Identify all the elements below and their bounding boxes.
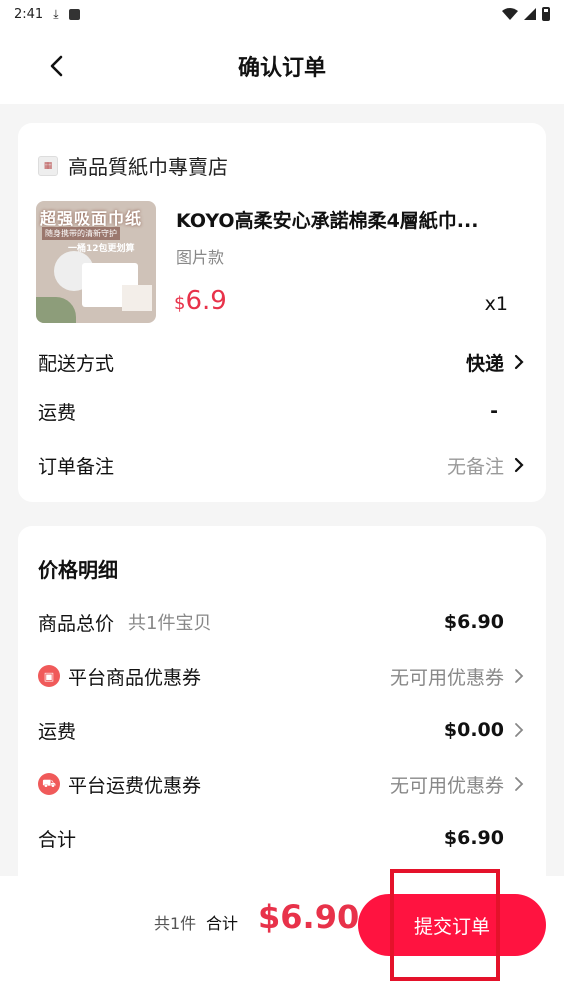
sum-label: 合计	[206, 914, 239, 933]
order-note-row[interactable]: 订单备注 无备注	[38, 450, 526, 480]
shipping-row[interactable]: 运费 $0.00	[38, 714, 526, 746]
price-detail-card: 价格明细 商品总价 共1件宝贝 $6.90 ▣ 平台商品优惠券 无可用优惠券 运费…	[18, 526, 546, 878]
shipping-value: $0.00	[443, 719, 504, 741]
shipping-coupon-value: 无可用优惠券	[389, 774, 504, 797]
page-header: 确认订单	[0, 28, 564, 104]
status-bar: 2:41 ⤓	[0, 0, 564, 28]
platform-coupon-label: 平台商品优惠券	[68, 666, 202, 689]
shipping-label: 运费	[38, 720, 77, 743]
battery-icon	[542, 7, 550, 21]
order-card: ▦ 高品質紙巾專賣店 超强吸面巾纸 随身携带的清新守护 一桶12包更划算 KOY…	[18, 123, 546, 502]
page-title: 确认订单	[237, 56, 326, 81]
product-price-currency: $	[174, 293, 186, 314]
order-note-label: 订单备注	[38, 455, 115, 478]
checkout-total: $6.90	[258, 898, 360, 936]
shipping-coupon-label: 平台运费优惠券	[68, 774, 202, 797]
submit-order-button[interactable]: 提交订单	[358, 894, 546, 956]
shipping-fee-value: -	[490, 400, 498, 422]
back-arrow-icon	[50, 55, 63, 77]
product-price-value: 6.9	[185, 286, 227, 316]
back-button[interactable]	[38, 48, 74, 84]
shipping-coupon-row[interactable]: ⛟ 平台运费优惠券 无可用优惠券	[38, 768, 526, 800]
chevron-right-icon	[512, 774, 526, 794]
chevron-right-icon	[512, 666, 526, 686]
order-note-value: 无备注	[446, 455, 504, 478]
signal-icon	[524, 8, 536, 20]
goods-total-label: 商品总价	[38, 612, 115, 635]
product-variant: 图片款	[176, 248, 225, 267]
platform-coupon-value: 无可用优惠券	[389, 666, 504, 689]
product-price: $ 6.9	[174, 286, 227, 316]
total-label: 合计	[38, 828, 77, 851]
notification-icon	[68, 8, 80, 20]
checkout-bar: 共1件 合计 $6.90 提交订单	[0, 876, 564, 1004]
chevron-right-icon	[512, 352, 526, 372]
platform-coupon-row[interactable]: ▣ 平台商品优惠券 无可用优惠券	[38, 660, 526, 692]
coupon-icon: ▣	[38, 665, 60, 687]
shop-name: 高品質紙巾專賣店	[68, 155, 228, 179]
product-image-subline: 随身携带的清新守护	[42, 227, 120, 240]
wifi-icon	[502, 8, 518, 20]
delivery-method-value: 快递	[465, 352, 504, 375]
shipping-fee-row: 运费 -	[38, 396, 526, 426]
product-image-plant	[36, 297, 76, 323]
chevron-right-icon	[512, 455, 526, 475]
product-title[interactable]: KOYO高柔安心承諾棉柔4層紙巾...	[176, 206, 516, 233]
product-image-headline: 超强吸面巾纸	[40, 209, 143, 228]
shop-icon: ▦	[38, 155, 58, 176]
status-time: 2:41	[14, 6, 44, 22]
price-detail-title: 价格明细	[38, 558, 118, 582]
chevron-right-icon	[512, 720, 526, 740]
product-image[interactable]: 超强吸面巾纸 随身携带的清新守护 一桶12包更划算	[36, 201, 156, 323]
goods-total-count: 共1件宝贝	[128, 613, 212, 634]
goods-total-value: $6.90	[443, 611, 504, 633]
delivery-method-row[interactable]: 配送方式 快递	[38, 347, 526, 377]
total-value: $6.90	[443, 827, 504, 849]
total-row: 合计 $6.90	[38, 822, 504, 854]
shipping-fee-label: 运费	[38, 401, 77, 424]
item-count: 共1件	[154, 914, 197, 933]
product-image-pack-small	[122, 285, 152, 311]
delivery-method-label: 配送方式	[38, 352, 115, 375]
truck-icon: ⛟	[38, 773, 60, 795]
product-quantity: x1	[484, 293, 508, 315]
download-icon: ⤓	[53, 6, 59, 21]
shop-row[interactable]: ▦ 高品質紙巾專賣店	[38, 151, 228, 180]
goods-total-row: 商品总价 共1件宝贝 $6.90	[38, 606, 504, 638]
